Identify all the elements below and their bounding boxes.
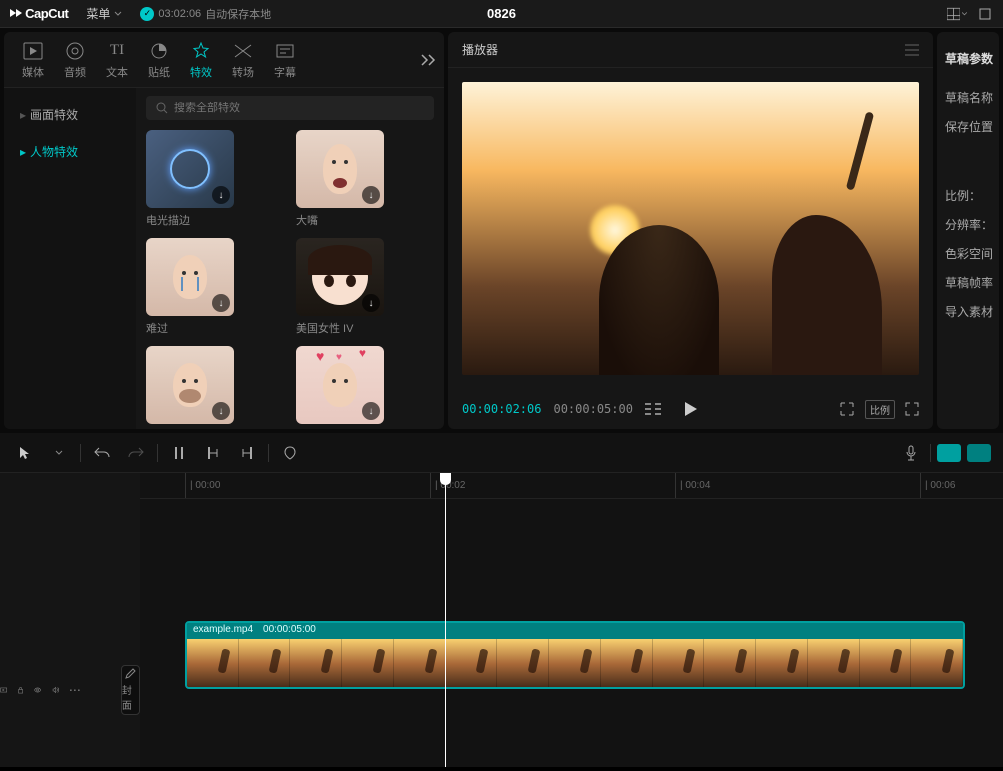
eye-icon[interactable] xyxy=(34,682,41,698)
category-screen-effects[interactable]: ▸画面特效 xyxy=(4,96,136,133)
clip-duration: 00:00:05:00 xyxy=(263,624,316,638)
playhead[interactable] xyxy=(445,473,446,767)
mic-icon[interactable] xyxy=(898,440,924,466)
marker-tool[interactable] xyxy=(277,440,303,466)
clip-name: example.mp4 xyxy=(193,624,253,638)
effect-item[interactable]: ↓ 电光描边 xyxy=(146,130,284,228)
trim-left-tool[interactable] xyxy=(200,440,226,466)
download-icon[interactable]: ↓ xyxy=(362,186,380,204)
transition-icon xyxy=(232,40,254,62)
sticker-icon xyxy=(148,40,170,62)
volume-icon[interactable] xyxy=(52,682,59,698)
draft-row: 草稿帧率 xyxy=(945,268,991,297)
play-button[interactable] xyxy=(684,401,698,417)
draft-row: 分辨率： xyxy=(945,210,991,239)
search-icon xyxy=(156,102,168,114)
timeline-tracks[interactable]: | 00:00| 00:02| 00:04| 00:06 example.mp4… xyxy=(140,473,1003,767)
lock-icon[interactable] xyxy=(17,682,24,698)
draft-header: 草稿参数 xyxy=(945,44,991,73)
tab-media[interactable]: 媒体 xyxy=(12,36,54,84)
video-preview[interactable] xyxy=(462,82,919,375)
player-header: 播放器 xyxy=(448,32,933,68)
draft-row: 保存位置 xyxy=(945,112,991,141)
category-person-effects[interactable]: ▸人物特效 xyxy=(4,133,136,170)
trim-right-tool[interactable] xyxy=(234,440,260,466)
chevron-down-icon xyxy=(114,10,122,18)
timeline-toolbar xyxy=(0,433,1003,473)
audio-icon xyxy=(64,40,86,62)
player-panel: 播放器 00:00:02:06 00:00:05:00 xyxy=(448,32,933,429)
timeline-panel: ⋯ 封面 | 00:00| 00:02| 00:04| 00:06 exampl… xyxy=(0,433,1003,767)
media-tabs: 媒体 音频 TI 文本 贴纸 特效 转场 xyxy=(4,32,444,88)
layout-icon[interactable] xyxy=(947,4,967,24)
tab-text[interactable]: TI 文本 xyxy=(96,36,138,84)
draft-row: 色彩空间 xyxy=(945,239,991,268)
track-toggle-2[interactable] xyxy=(967,444,991,462)
check-icon: ✓ xyxy=(140,7,154,21)
download-icon[interactable]: ↓ xyxy=(212,294,230,312)
total-time: 00:00:05:00 xyxy=(553,402,632,416)
effects-search[interactable] xyxy=(146,96,434,120)
list-icon[interactable] xyxy=(645,403,661,415)
effects-panel: 媒体 音频 TI 文本 贴纸 特效 转场 xyxy=(4,32,444,429)
tab-transition[interactable]: 转场 xyxy=(222,36,264,84)
tab-sticker[interactable]: 贴纸 xyxy=(138,36,180,84)
play-icon xyxy=(684,401,698,417)
cover-button[interactable]: 封面 xyxy=(121,665,140,715)
project-title: 0826 xyxy=(487,6,516,21)
menu-button[interactable]: 菜单 xyxy=(78,3,130,24)
current-time: 00:00:02:06 xyxy=(462,402,541,416)
effect-item[interactable]: ↓ 猩猩脸 xyxy=(146,346,284,429)
app-logo: CapCut xyxy=(8,6,68,21)
export-icon[interactable] xyxy=(975,4,995,24)
chevron-down-icon[interactable] xyxy=(46,440,72,466)
search-input[interactable] xyxy=(174,102,424,114)
more-tabs-button[interactable] xyxy=(420,54,436,66)
crop-icon[interactable] xyxy=(839,401,855,417)
video-clip[interactable]: example.mp4 00:00:05:00 xyxy=(185,621,965,689)
aspect-ratio-button[interactable]: 比例 xyxy=(865,400,895,419)
selection-tool[interactable] xyxy=(12,440,38,466)
text-icon: TI xyxy=(106,40,128,62)
download-icon[interactable]: ↓ xyxy=(212,402,230,420)
redo-button[interactable] xyxy=(123,440,149,466)
effect-item[interactable]: ↓ 大嘴 xyxy=(296,130,434,228)
draft-row: 草稿名称 xyxy=(945,83,991,112)
expand-icon[interactable] xyxy=(0,682,7,698)
download-icon[interactable]: ↓ xyxy=(362,294,380,312)
split-tool[interactable] xyxy=(166,440,192,466)
more-icon[interactable]: ⋯ xyxy=(69,683,81,697)
track-toggle-1[interactable] xyxy=(937,444,961,462)
subtitle-icon xyxy=(274,40,296,62)
top-bar: CapCut 菜单 ✓ 03:02:06 自动保存本地 0826 xyxy=(0,0,1003,28)
draft-row: 比例： xyxy=(945,181,991,210)
draft-row: 导入素材 xyxy=(945,297,991,326)
effect-category-list: ▸画面特效 ▸人物特效 xyxy=(4,88,136,429)
fullscreen-icon[interactable] xyxy=(905,402,919,416)
autosave-indicator: ✓ 03:02:06 自动保存本地 xyxy=(140,6,271,22)
double-chevron-right-icon xyxy=(420,54,436,66)
effect-item[interactable]: ↓ 难过 xyxy=(146,238,284,336)
player-title: 播放器 xyxy=(462,41,498,58)
draft-params-panel: 草稿参数 草稿名称 保存位置 比例： 分辨率： 色彩空间 草稿帧率 导入素材 xyxy=(937,32,999,429)
download-icon[interactable]: ↓ xyxy=(212,186,230,204)
timeline-ruler[interactable]: | 00:00| 00:02| 00:04| 00:06 xyxy=(140,473,1003,499)
tab-subtitle[interactable]: 字幕 xyxy=(264,36,306,84)
effect-item[interactable]: ♥♥♥↓ 喜欢 xyxy=(296,346,434,429)
effect-item[interactable]: ↓ 美国女性 IV xyxy=(296,238,434,336)
timeline-left-controls: ⋯ 封面 xyxy=(0,473,140,767)
download-icon[interactable]: ↓ xyxy=(362,402,380,420)
player-menu-icon[interactable] xyxy=(905,44,919,56)
undo-button[interactable] xyxy=(89,440,115,466)
effect-icon xyxy=(190,40,212,62)
pencil-icon xyxy=(124,668,136,680)
tab-audio[interactable]: 音频 xyxy=(54,36,96,84)
tab-effects[interactable]: 特效 xyxy=(180,36,222,84)
media-icon xyxy=(22,40,44,62)
